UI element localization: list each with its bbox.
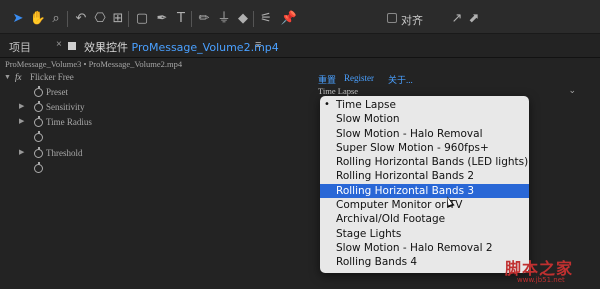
tools-toolbar: ➤ ✋ ⌕ ↶ ⎔ ⊞ ▢ ✒ T ✏ ⏚ ◆ ⚟ 📌 对齐 ↗ ⬈	[0, 0, 600, 34]
dropdown-option-label: Archival/Old Footage	[336, 213, 446, 226]
dropdown-option[interactable]: Rolling Horizontal Bands 3	[320, 183, 529, 199]
dropdown-option[interactable]: Slow Motion	[320, 112, 529, 126]
effect-name: Flicker Free	[30, 72, 74, 82]
dropdown-option-label: Slow Motion - Halo Removal 2	[336, 241, 493, 254]
toolbar-divider	[191, 11, 192, 27]
dropdown-option[interactable]: Computer Monitor or TV	[320, 198, 529, 212]
dropdown-option-label: Slow Motion	[336, 113, 400, 126]
param-label: Time Radius	[46, 117, 92, 127]
stopwatch-icon[interactable]	[34, 101, 43, 112]
about-link[interactable]: 关于...	[388, 73, 413, 86]
tab-effect-controls[interactable]: 效果控件 ProMessage_Volume2.mp4	[84, 39, 279, 55]
dropdown-option-label: Rolling Horizontal Bands 3	[336, 184, 475, 197]
zoom-icon[interactable]: ⌕	[48, 10, 64, 26]
snapping-checkbox[interactable]	[387, 13, 397, 23]
effect-header-row: ▼ fx Flicker Free	[0, 72, 600, 86]
puppet-pin-icon[interactable]: 📌	[281, 10, 297, 26]
preset-dropdown-menu: • Time Lapse Slow Motion Slow Motion - Halo…	[320, 96, 529, 273]
dropdown-option[interactable]: Archival/Old Footage	[320, 212, 529, 226]
camera-orbit-icon[interactable]: ⎔	[92, 10, 108, 26]
dropdown-option[interactable]: Slow Motion - Halo Removal	[320, 127, 529, 141]
param-label: Sensitivity	[46, 102, 85, 112]
dropdown-option[interactable]: Slow Motion - Halo Removal 2	[320, 241, 529, 255]
stopwatch-icon[interactable]	[34, 147, 43, 158]
toolbar-divider	[253, 11, 254, 27]
pen-icon[interactable]: ✒	[154, 10, 170, 26]
stopwatch-icon[interactable]	[34, 86, 43, 97]
snap-arrow-icon[interactable]: ↗	[449, 10, 465, 26]
dropdown-option-label: Rolling Horizontal Bands (LED lights)	[336, 156, 529, 169]
rectangle-icon[interactable]: ▢	[134, 10, 150, 26]
eraser-icon[interactable]: ◆	[235, 10, 251, 26]
panel-menu-icon[interactable]: ≡	[255, 39, 261, 51]
dropdown-option-label: Rolling Bands 4	[336, 256, 418, 269]
roto-brush-icon[interactable]: ⚟	[258, 10, 274, 26]
toolbar-divider	[128, 11, 129, 27]
brush-icon[interactable]: ✏	[196, 10, 212, 26]
chevron-down-icon: ⌄	[568, 85, 576, 95]
fx-toggle[interactable]: fx	[15, 72, 22, 82]
dropdown-option[interactable]: Stage Lights	[320, 227, 529, 241]
panel-tab-bar: 项目 × 效果控件 ProMessage_Volume2.mp4 ≡	[0, 34, 600, 58]
preset-select-value: Time Lapse	[318, 86, 359, 96]
expand-effect-icon[interactable]: ▼	[4, 73, 11, 81]
snap-arrow-out-icon[interactable]: ⬈	[466, 10, 482, 26]
dropdown-option[interactable]: • Time Lapse	[320, 98, 529, 112]
dropdown-option-label: Stage Lights	[336, 227, 402, 240]
param-label: Threshold	[46, 148, 83, 158]
selection-arrow-icon[interactable]: ➤	[10, 10, 26, 26]
stopwatch-icon[interactable]	[34, 116, 43, 127]
register-link[interactable]: Register	[344, 73, 374, 83]
dropdown-option[interactable]: Rolling Bands 4	[320, 255, 529, 269]
toolbar-divider	[67, 11, 68, 27]
dropdown-option-label: Time Lapse	[336, 99, 396, 111]
reset-link[interactable]: 重置	[318, 73, 336, 86]
dropdown-option-label: Super Slow Motion - 960fps+	[336, 141, 489, 154]
dropdown-option-label: Rolling Horizontal Bands 2	[336, 170, 475, 183]
expand-param-icon[interactable]: ▶	[19, 117, 24, 125]
clone-stamp-icon[interactable]: ⏚	[216, 10, 232, 26]
breadcrumb: ProMessage_Volume3 • ProMessage_Volume2.…	[5, 59, 183, 69]
dropdown-option[interactable]: Rolling Horizontal Bands (LED lights)	[320, 155, 529, 169]
tab-project[interactable]: 项目	[9, 39, 31, 55]
dropdown-option[interactable]: Super Slow Motion - 960fps+	[320, 141, 529, 155]
stopwatch-icon[interactable]	[34, 131, 43, 142]
type-icon[interactable]: T	[173, 10, 189, 26]
stopwatch-icon[interactable]	[34, 162, 43, 173]
snapping-label: 对齐	[401, 14, 423, 27]
selected-bullet-icon: •	[324, 99, 330, 110]
watermark-url: www.jb51.net	[517, 276, 565, 284]
dropdown-option-label: Computer Monitor or TV	[336, 199, 463, 212]
expand-param-icon[interactable]: ▶	[19, 102, 24, 110]
param-label: Preset	[46, 87, 68, 97]
close-icon[interactable]: ×	[56, 39, 62, 50]
pan-behind-icon[interactable]: ⊞	[110, 10, 126, 26]
dropdown-option[interactable]: Rolling Horizontal Bands 2	[320, 169, 529, 183]
rotate-icon[interactable]: ↶	[73, 10, 89, 26]
expand-param-icon[interactable]: ▶	[19, 148, 24, 156]
hand-icon[interactable]: ✋	[30, 10, 46, 26]
dropdown-option-label: Slow Motion - Halo Removal	[336, 127, 483, 140]
effect-panel-swatch-icon	[68, 42, 76, 50]
tab-effect-controls-label: 效果控件	[84, 41, 128, 54]
